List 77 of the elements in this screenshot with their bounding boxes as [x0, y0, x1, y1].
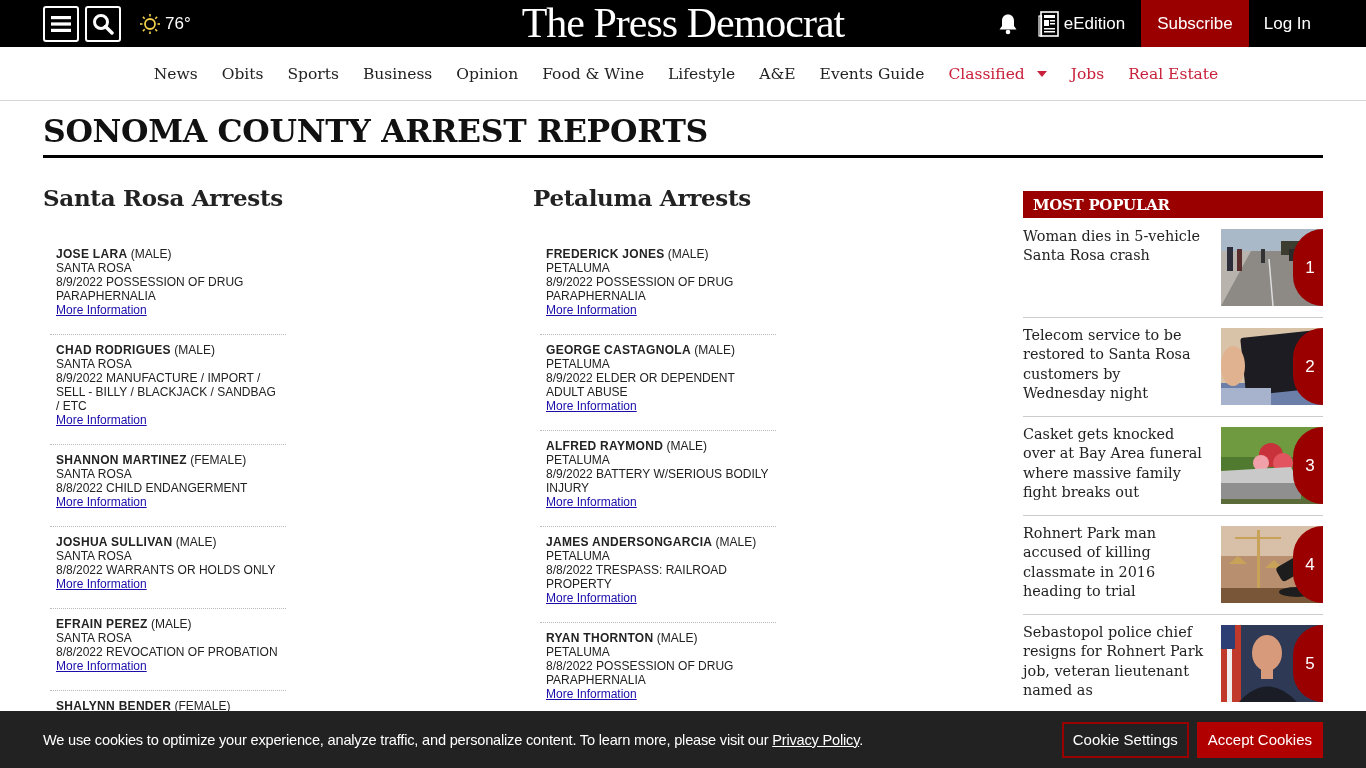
subscribe-button[interactable]: Subscribe: [1141, 0, 1249, 47]
bell-icon[interactable]: [997, 12, 1018, 35]
nav-link[interactable]: Business: [362, 64, 433, 83]
more-info-link[interactable]: More Information: [546, 591, 637, 605]
nav-link[interactable]: Real Estate: [1128, 64, 1219, 83]
cookie-notice: We use cookies to optimize your experience, analyze traffic, and personalize content. To learn more, please visit our Privacy Policy.: [43, 731, 863, 748]
story-headline[interactable]: Telecom service to be restored to Santa Rosa customers by Wednesday night: [1023, 326, 1205, 406]
nav-link[interactable]: Classified: [948, 64, 1047, 83]
arrest-name: FREDERICK JONES (MALE): [546, 247, 710, 261]
arrest-charge: 8/8/2022 POSSESSION OF DRUG PARAPHERNALIA: [546, 659, 735, 687]
newspaper-icon: [1037, 10, 1060, 37]
nav-link[interactable]: Sports: [287, 64, 339, 83]
arrest-city: PETALUMA: [546, 261, 611, 275]
more-info-link[interactable]: More Information: [56, 303, 147, 317]
arrest-name: SHANNON MARTINEZ (FEMALE): [56, 453, 248, 467]
site-logo[interactable]: The Press Democrat: [521, 0, 845, 46]
story-headline[interactable]: Rohnert Park man accused of killing classmate in 2016 heading to trial: [1023, 524, 1205, 604]
more-info-link[interactable]: More Information: [546, 495, 637, 509]
nav-link[interactable]: Opinion: [456, 64, 519, 83]
arrest-city: SANTA ROSA: [56, 631, 133, 645]
menu-icon: [50, 13, 72, 34]
story-headline[interactable]: Sebastopol police chief resigns for Rohnert Park job, veteran lieutenant named as: [1023, 623, 1205, 703]
arrest-city: SANTA ROSA: [56, 357, 133, 371]
arrest-charge: 8/8/2022 WARRANTS OR HOLDS ONLY: [56, 563, 277, 577]
story-headline[interactable]: Woman dies in 5-vehicle Santa Rosa crash: [1023, 227, 1205, 307]
arrest-charge: 8/9/2022 POSSESSION OF DRUG PARAPHERNALIA: [56, 275, 245, 303]
arrest-charge: 8/9/2022 MANUFACTURE / IMPORT / SELL - BILLY / BLACKJACK / SANDBAG / ETC: [56, 371, 277, 413]
arrest-name: EFRAIN PEREZ (MALE): [56, 617, 193, 631]
sun-icon: [139, 12, 161, 35]
arrest-city: PETALUMA: [546, 357, 611, 371]
more-info-link[interactable]: More Information: [56, 577, 147, 591]
most-popular-header: MOST POPULAR: [1023, 191, 1323, 218]
arrest-name: JOSHUA SULLIVAN (MALE): [56, 535, 218, 549]
arrest-name: SHALYNN BENDER (FEMALE): [56, 699, 232, 713]
accept-cookies-button[interactable]: Accept Cookies: [1196, 721, 1323, 758]
arrest-city: SANTA ROSA: [56, 467, 133, 481]
arrest-charge: 8/9/2022 BATTERY W/SERIOUS BODILY INJURY: [546, 467, 770, 495]
arrest-charge: 8/8/2022 CHILD ENDANGERMENT: [56, 481, 249, 495]
nav-link[interactable]: Food & Wine: [542, 64, 645, 83]
more-info-link[interactable]: More Information: [56, 413, 147, 427]
arrest-city: PETALUMA: [546, 549, 611, 563]
login-link[interactable]: Log In: [1248, 13, 1323, 34]
section-heading: Petaluma Arrests: [533, 183, 752, 213]
nav-link[interactable]: Jobs: [1070, 64, 1105, 83]
story-headline[interactable]: Casket gets knocked over at Bay Area funeral where massive family fight breaks out: [1023, 425, 1205, 505]
arrest-name: CHAD RODRIGUES (MALE): [56, 343, 216, 357]
search-icon: [92, 12, 114, 35]
arrest-city: SANTA ROSA: [56, 261, 133, 275]
arrest-name: JAMES ANDERSONGARCIA (MALE): [546, 535, 758, 549]
nav-link[interactable]: Events Guide: [819, 64, 925, 83]
arrest-name: ALFRED RAYMOND (MALE): [546, 439, 709, 453]
eedition-link[interactable]: eEdition: [1037, 10, 1126, 37]
more-info-link[interactable]: More Information: [56, 495, 147, 509]
nav-link[interactable]: A&E: [759, 64, 796, 83]
arrest-charge: 8/9/2022 ELDER OR DEPENDENT ADULT ABUSE: [546, 371, 736, 399]
nav-link[interactable]: Obits: [221, 64, 264, 83]
search-button[interactable]: [85, 5, 121, 42]
arrest-city: PETALUMA: [546, 645, 611, 659]
arrest-charge: 8/9/2022 POSSESSION OF DRUG PARAPHERNALIA: [546, 275, 735, 303]
arrest-name: RYAN THORNTON (MALE): [546, 631, 699, 645]
nav-link[interactable]: Lifestyle: [668, 64, 736, 83]
page-title: SONOMA COUNTY ARREST REPORTS: [43, 111, 1323, 158]
more-info-link[interactable]: More Information: [546, 687, 637, 701]
arrest-city: SANTA ROSA: [56, 549, 133, 563]
nav-link[interactable]: News: [153, 64, 198, 83]
more-info-link[interactable]: More Information: [546, 303, 637, 317]
arrest-name: GEORGE CASTAGNOLA (MALE): [546, 343, 736, 357]
menu-button[interactable]: [43, 5, 79, 42]
arrest-charge: 8/8/2022 TRESPASS: RAILROAD PROPERTY: [546, 563, 728, 591]
arrest-charge: 8/8/2022 REVOCATION OF PROBATION: [56, 645, 279, 659]
more-info-link[interactable]: More Information: [56, 659, 147, 673]
arrest-name: JOSE LARA (MALE): [56, 247, 173, 261]
section-heading: Santa Rosa Arrests: [43, 183, 284, 213]
more-info-link[interactable]: More Information: [546, 399, 637, 413]
cookie-settings-button[interactable]: Cookie Settings: [1061, 721, 1189, 758]
temperature: 76°: [165, 13, 191, 34]
arrest-city: PETALUMA: [546, 453, 611, 467]
